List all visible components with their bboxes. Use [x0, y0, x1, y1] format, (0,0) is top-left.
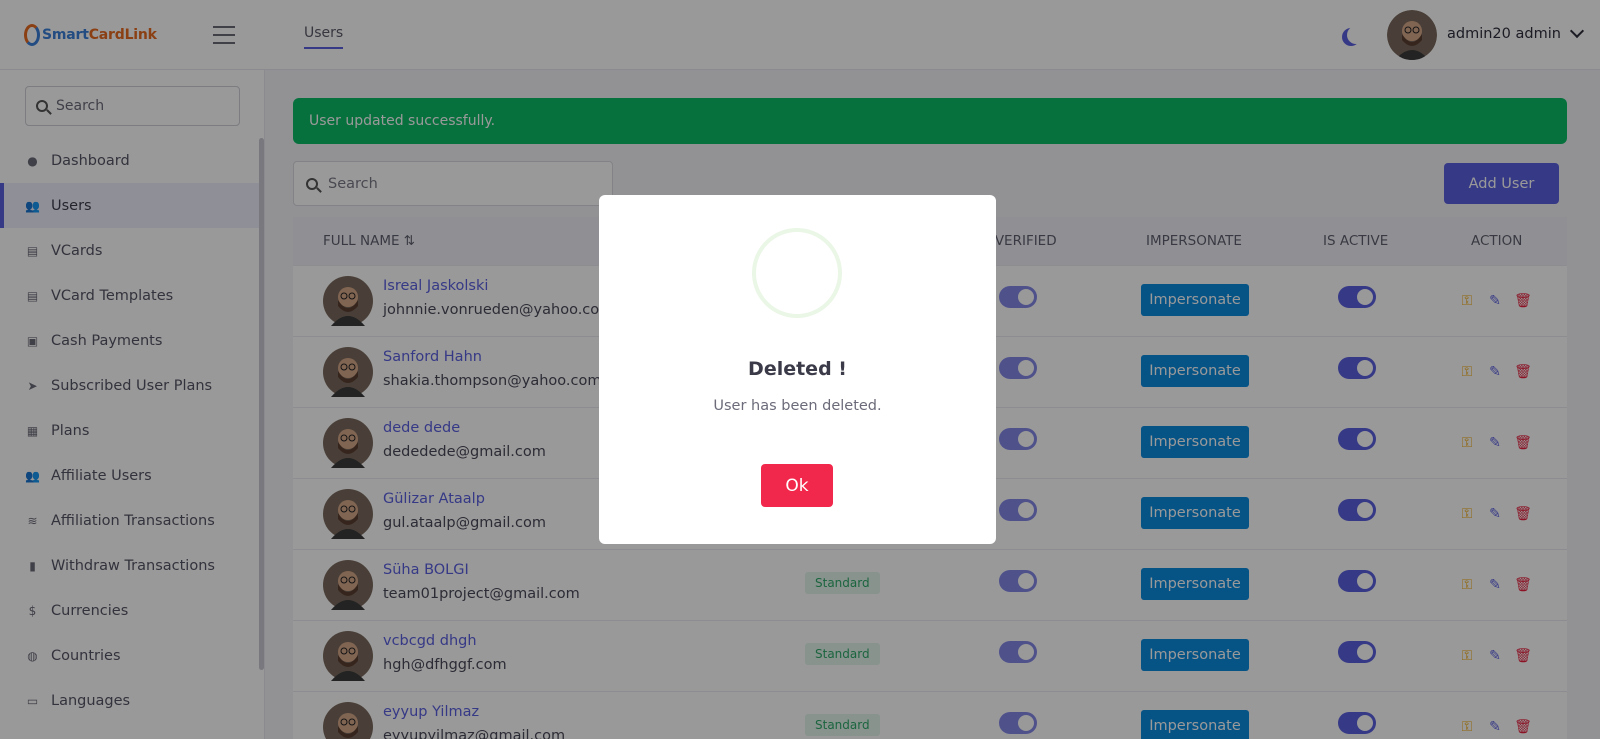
- dialog-message: User has been deleted.: [713, 398, 882, 414]
- dialog-title: Deleted !: [748, 358, 847, 380]
- success-circle-icon: [752, 228, 842, 318]
- ok-button[interactable]: Ok: [761, 464, 833, 507]
- deleted-dialog: Deleted ! User has been deleted. Ok: [599, 195, 996, 544]
